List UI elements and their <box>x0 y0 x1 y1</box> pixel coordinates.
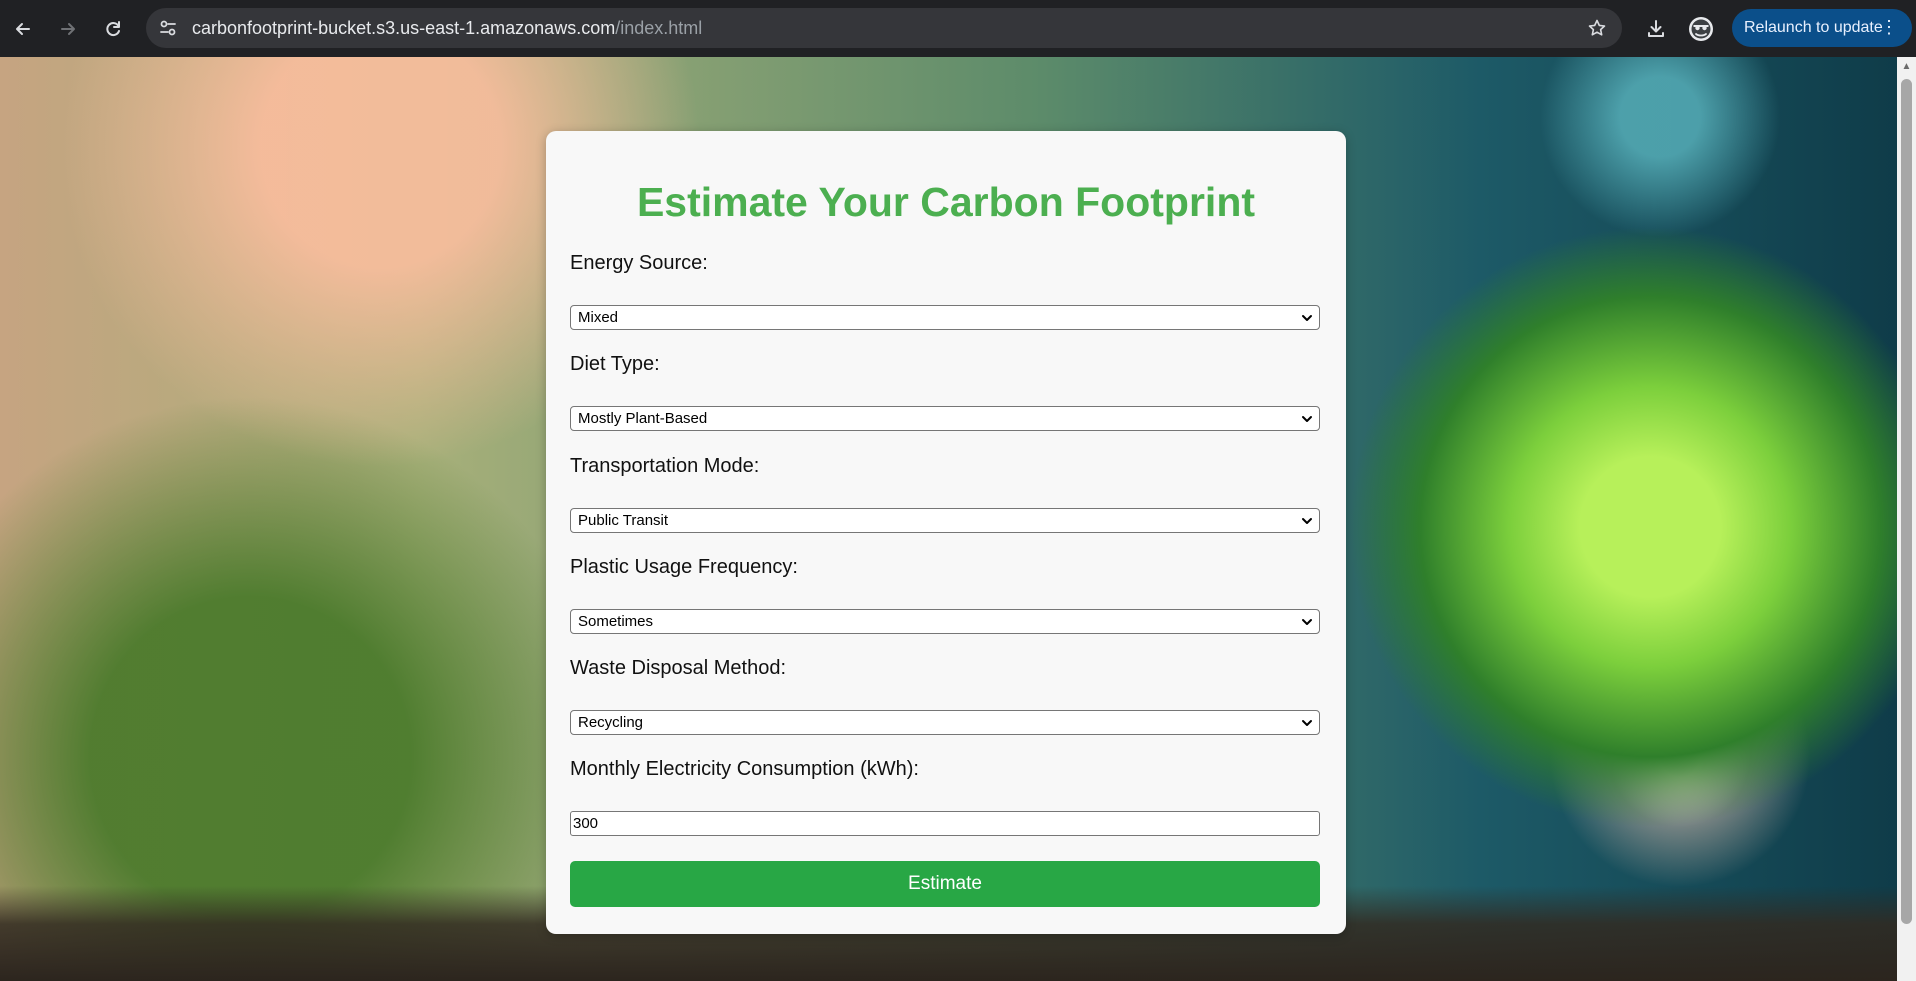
energy-source-select[interactable]: Mixed <box>570 305 1320 330</box>
address-bar[interactable]: carbonfootprint-bucket.s3.us-east-1.amaz… <box>146 8 1622 48</box>
profile-button[interactable] <box>1686 14 1716 44</box>
diet-type-select[interactable]: Mostly Plant-Based <box>570 406 1320 431</box>
tune-icon <box>160 20 176 36</box>
transportation-mode-value: Public Transit <box>578 512 669 529</box>
plastic-usage-select[interactable]: Sometimes <box>570 609 1320 634</box>
transportation-mode-select[interactable]: Public Transit <box>570 508 1320 533</box>
chevron-down-icon <box>1302 518 1312 524</box>
reload-icon <box>106 21 120 37</box>
electricity-consumption-label: Monthly Electricity Consumption (kWh): <box>570 758 919 780</box>
forward-arrow-icon <box>61 23 75 35</box>
chevron-down-icon <box>1302 720 1312 726</box>
chevron-down-icon <box>1302 619 1312 625</box>
browser-toolbar: carbonfootprint-bucket.s3.us-east-1.amaz… <box>0 0 1916 57</box>
url-host: carbonfootprint-bucket.s3.us-east-1.amaz… <box>192 18 616 38</box>
star-icon <box>1588 19 1606 36</box>
estimate-button[interactable]: Estimate <box>570 861 1320 907</box>
url-text[interactable]: carbonfootprint-bucket.s3.us-east-1.amaz… <box>192 18 702 39</box>
back-button[interactable] <box>8 14 38 44</box>
energy-source-value: Mixed <box>578 309 619 326</box>
page-scrollbar[interactable]: ▲ <box>1897 57 1916 981</box>
electricity-consumption-input[interactable]: 300 <box>570 811 1320 836</box>
waste-disposal-label: Waste Disposal Method: <box>570 657 787 679</box>
scroll-up-icon[interactable]: ▲ <box>1901 61 1912 72</box>
waste-disposal-value: Recycling <box>578 714 644 731</box>
page-title: Estimate Your Carbon Footprint <box>636 179 1256 225</box>
page-background: Estimate Your Carbon Footprint Energy So… <box>0 57 1897 981</box>
diet-type-value: Mostly Plant-Based <box>578 410 708 427</box>
avatar-icon <box>1689 17 1713 41</box>
relaunch-update-button[interactable]: Relaunch to update ⋮ <box>1732 9 1912 47</box>
plastic-usage-label: Plastic Usage Frequency: <box>570 556 798 578</box>
reload-button[interactable] <box>98 14 128 44</box>
transportation-mode-label: Transportation Mode: <box>570 455 760 477</box>
back-arrow-icon <box>16 23 30 35</box>
plastic-usage-value: Sometimes <box>578 613 654 630</box>
relaunch-label: Relaunch to update <box>1744 19 1883 36</box>
energy-source-label: Energy Source: <box>570 252 708 274</box>
downloads-button[interactable] <box>1641 14 1671 44</box>
chevron-down-icon <box>1302 315 1312 321</box>
forward-button[interactable] <box>53 14 83 44</box>
site-info-button[interactable] <box>156 16 180 40</box>
bookmark-button[interactable] <box>1586 17 1608 39</box>
chevron-down-icon <box>1302 416 1312 422</box>
carbon-form-card: Estimate Your Carbon Footprint Energy So… <box>546 131 1346 934</box>
waste-disposal-select[interactable]: Recycling <box>570 710 1320 735</box>
diet-type-label: Diet Type: <box>570 353 660 375</box>
scroll-thumb[interactable] <box>1901 79 1912 924</box>
url-path: /index.html <box>615 18 703 38</box>
menu-dots-icon[interactable]: ⋮ <box>1880 17 1898 37</box>
download-icon <box>1648 20 1664 37</box>
